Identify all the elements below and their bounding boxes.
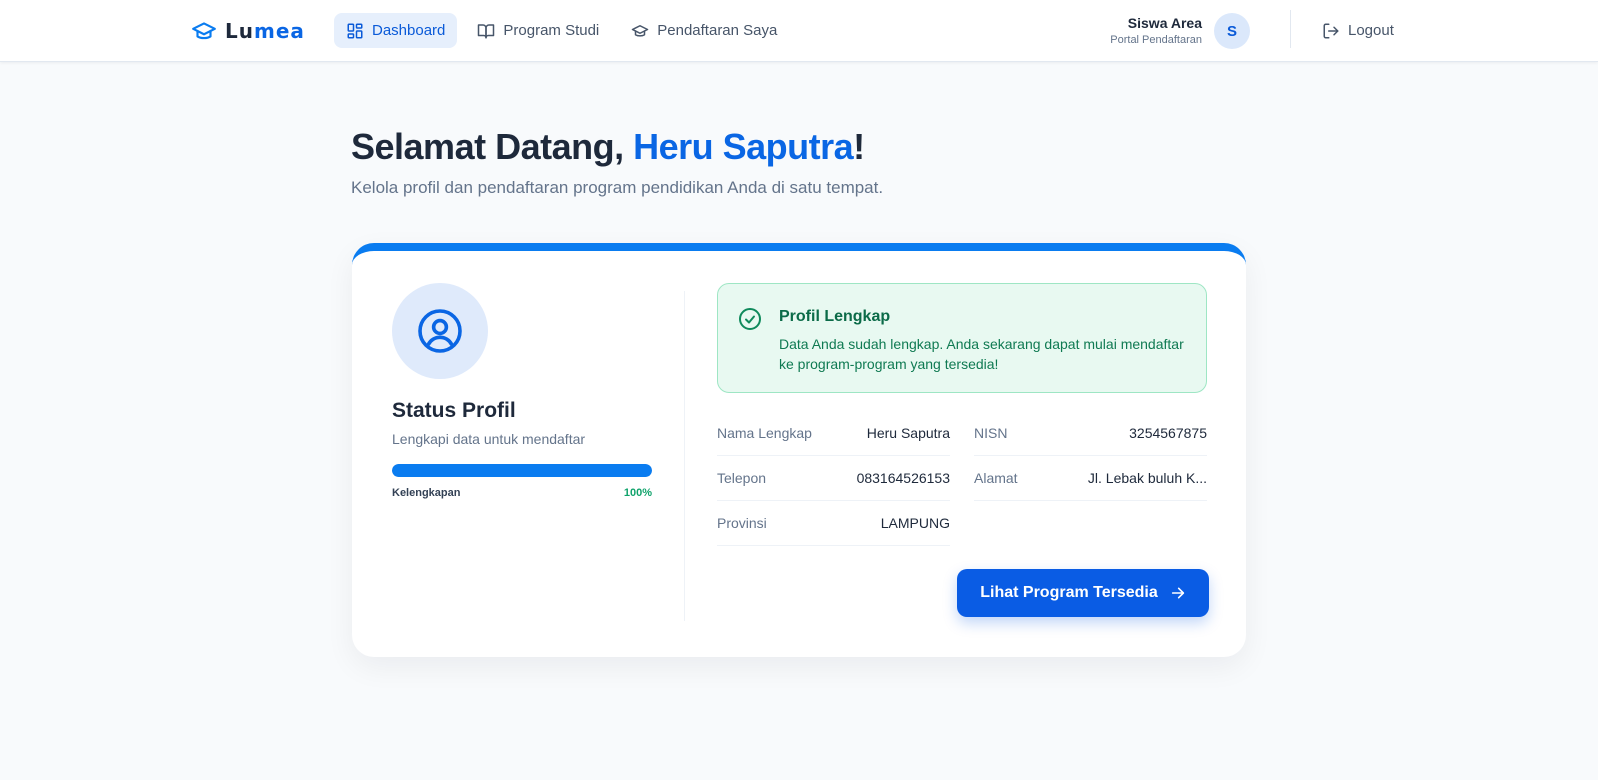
field-value: LAMPUNG [880,515,950,531]
field-value: 3254567875 [1129,425,1207,441]
logout-icon [1323,23,1339,38]
field-telepon: Telepon 083164526153 [717,456,950,501]
field-nisn: NISN 3254567875 [974,411,1207,456]
profile-avatar [392,283,488,379]
user-name: Siswa Area [1127,15,1202,31]
field-nama-lengkap: Nama Lengkap Heru Saputra [717,411,950,456]
logout-button[interactable]: Logout [1318,13,1398,48]
user-subtitle: Portal Pendaftaran [1110,34,1202,46]
progress-fill [392,464,652,477]
status-title: Status Profil [392,399,516,422]
profile-complete-alert: Profil Lengkap Data Anda sudah lengkap. … [717,283,1207,393]
book-icon [478,23,495,38]
field-value: Heru Saputra [866,425,950,441]
field-provinsi: Provinsi LAMPUNG [717,501,950,546]
header-divider [1290,10,1291,48]
field-value: Jl. Lebak buluh K... [1087,470,1207,486]
logout-label: Logout [1348,22,1394,39]
field-label: Alamat [974,470,1018,486]
progress-value: 100% [623,487,652,499]
field-label: Telepon [717,470,767,486]
nav-pendaftaran-saya-label: Pendaftaran Saya [657,22,778,39]
brand-name: Lumea [225,19,305,43]
brand-logo[interactable]: Lumea [191,17,305,45]
profile-status-panel: Status Profil Lengkapi data untuk mendaf… [352,251,684,657]
view-programs-label: Lihat Program Tersedia [980,584,1158,601]
avatar[interactable]: S [1214,13,1250,49]
field-label: Nama Lengkap [717,425,812,441]
nav-dashboard-label: Dashboard [372,22,446,39]
main-nav: Dashboard Program Studi Pendaftaran Saya [334,13,789,48]
arrow-right-icon [1171,587,1184,599]
column-divider [684,291,685,621]
field-label: NISN [974,425,1008,441]
completeness-progress-bar [392,464,652,477]
status-subtitle: Lengkapi data untuk mendaftar [392,431,586,447]
progress-label: Kelengkapan [392,487,461,499]
graduation-cap-icon [192,22,216,40]
view-programs-button[interactable]: Lihat Program Tersedia [957,569,1209,617]
nav-dashboard[interactable]: Dashboard [334,13,458,48]
page-subtitle: Kelola profil dan pendaftaran program pe… [351,178,884,197]
alert-title: Profil Lengkap [779,308,891,325]
field-value: 083164526153 [856,470,950,486]
dashboard-grid-icon [347,23,363,38]
field-alamat: Alamat Jl. Lebak buluh K... [974,456,1207,501]
user-menu[interactable]: Siswa Area Portal Pendaftaran S [1110,12,1250,50]
user-circle-icon [418,309,462,353]
nav-program-studi-label: Program Studi [503,22,600,39]
user-display-name: Heru Saputra [633,126,854,167]
nav-pendaftaran-saya[interactable]: Pendaftaran Saya [619,13,789,48]
profile-details-panel: Profil Lengkap Data Anda sudah lengkap. … [717,283,1207,546]
top-navbar: Lumea Dashboard Program Studi Pendaftara… [0,0,1598,62]
alert-text: Data Anda sudah lengkap. Anda sekarang d… [779,336,1184,372]
check-circle-icon [739,308,761,330]
nav-program-studi[interactable]: Program Studi [465,13,611,48]
user-info: Siswa Area Portal Pendaftaran [1110,14,1202,48]
page-title: Selamat Datang, Heru Saputra! [351,126,865,167]
field-label: Provinsi [717,515,767,531]
graduation-cap-icon [632,24,649,37]
